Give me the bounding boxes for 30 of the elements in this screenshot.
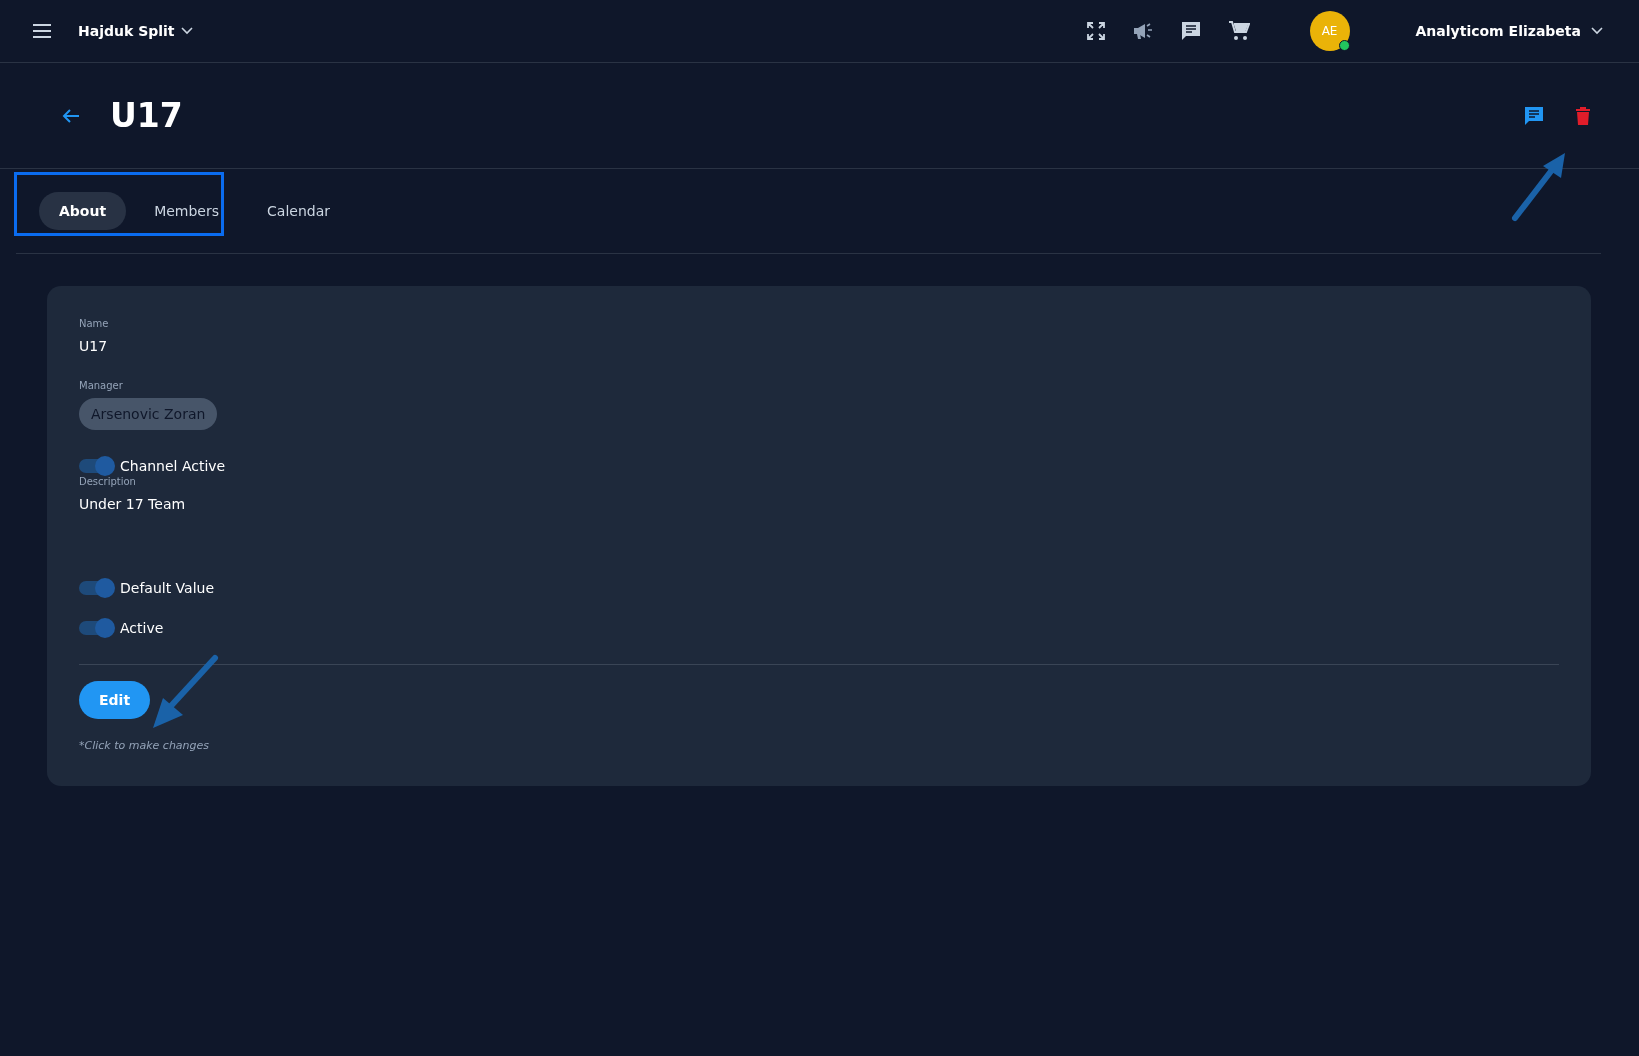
hint-text: *Click to make changes: [79, 739, 211, 752]
megaphone-icon[interactable]: [1131, 22, 1154, 40]
fullscreen-icon[interactable]: [1085, 21, 1106, 41]
field-value: U17: [79, 338, 109, 354]
user-menu[interactable]: Analyticom Elizabeta: [1409, 22, 1609, 40]
field-value: Under 17 Team: [79, 496, 187, 512]
toggle-label: Default Value: [120, 580, 215, 596]
toggle-switch[interactable]: [79, 618, 115, 638]
toggle-switch[interactable]: [79, 578, 115, 598]
tab[interactable]: About: [39, 192, 127, 230]
toggle-switch[interactable]: [79, 456, 115, 476]
club-selector[interactable]: Hajduk Split: [72, 22, 199, 40]
field-label: Name: [79, 318, 110, 329]
page-title: U17: [110, 96, 183, 135]
back-arrow-icon[interactable]: [62, 107, 80, 124]
chat-icon[interactable]: [1179, 20, 1202, 42]
cart-icon[interactable]: [1227, 20, 1250, 42]
toggle-label: Active: [120, 620, 164, 636]
field-label: Description: [79, 476, 137, 487]
tab[interactable]: Members: [134, 192, 240, 230]
toggle-label: Channel Active: [120, 458, 226, 474]
trash-icon[interactable]: [1575, 105, 1591, 126]
menu-icon[interactable]: [32, 23, 52, 39]
chat-icon[interactable]: [1523, 104, 1545, 127]
field-label: Manager: [79, 380, 124, 391]
manager-chip: Arsenovic Zoran: [79, 398, 218, 430]
tab[interactable]: Calendar: [247, 192, 350, 230]
chevron-down-icon: [1591, 27, 1603, 35]
chevron-down-icon: [180, 27, 193, 35]
annotation-arrow: [1512, 153, 1565, 221]
